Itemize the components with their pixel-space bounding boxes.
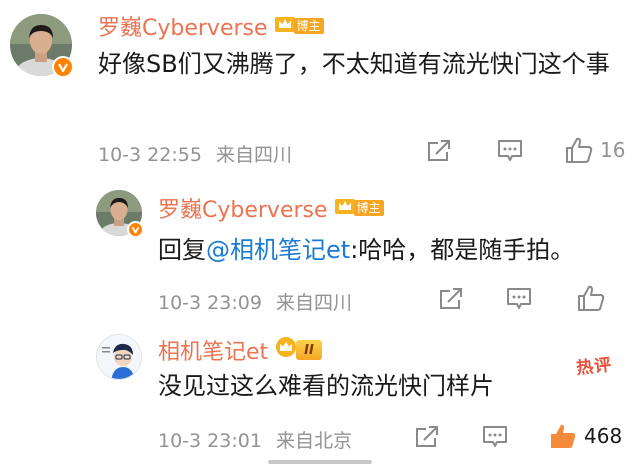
username[interactable]: 罗巍Cyberverse 博主 bbox=[158, 192, 384, 224]
reply-button[interactable] bbox=[506, 286, 532, 312]
like-button[interactable]: 16 bbox=[564, 135, 625, 165]
comment-icon bbox=[483, 426, 507, 447]
comment-icon bbox=[498, 140, 522, 161]
verified-v-icon bbox=[52, 56, 74, 78]
share-icon bbox=[428, 140, 450, 161]
username-text[interactable]: 罗巍Cyberverse bbox=[98, 10, 268, 42]
rank-tag: II bbox=[296, 340, 322, 360]
avatar[interactable] bbox=[96, 334, 142, 380]
share-button[interactable] bbox=[438, 286, 464, 312]
verified-v-icon bbox=[127, 221, 144, 238]
username[interactable]: 相机笔记et II bbox=[158, 334, 322, 366]
crown-icon bbox=[274, 13, 296, 39]
share-button[interactable] bbox=[414, 424, 440, 450]
username-text[interactable]: 罗巍Cyberverse bbox=[158, 192, 328, 224]
crown-icon bbox=[274, 336, 298, 364]
blogger-badge: 博主 bbox=[334, 195, 384, 221]
reply-button[interactable] bbox=[497, 138, 523, 164]
host-tag: 博主 bbox=[293, 18, 324, 34]
timestamp: 10-3 22:55 bbox=[98, 144, 202, 166]
location: 来自四川 bbox=[275, 292, 352, 314]
fan-rank-badge: II bbox=[274, 336, 322, 364]
comment-3: 相机笔记et II 热评 没见过这么难看的流光快门样片 10-3 23:01 来… bbox=[0, 320, 640, 465]
share-button[interactable] bbox=[426, 138, 452, 164]
home-indicator bbox=[268, 460, 372, 464]
timestamp: 10-3 23:09 bbox=[158, 292, 262, 314]
location: 来自四川 bbox=[215, 144, 292, 166]
reply-text: 回复@相机笔记et:哈哈，都是随手拍。 bbox=[158, 230, 574, 270]
timestamp: 10-3 23:01 bbox=[158, 430, 262, 452]
comment-text: 没见过这么难看的流光快门样片 bbox=[158, 372, 494, 400]
comment-icon bbox=[507, 288, 531, 309]
comment-meta: 10-3 23:09 来自四川 bbox=[158, 288, 352, 315]
avatar[interactable] bbox=[96, 190, 144, 238]
username-text[interactable]: 相机笔记et bbox=[158, 334, 268, 366]
avatar[interactable] bbox=[10, 14, 74, 78]
reply-body: :哈哈，都是随手拍。 bbox=[350, 236, 575, 264]
share-icon bbox=[416, 426, 438, 447]
blogger-badge: 博主 bbox=[274, 13, 324, 39]
like-icon bbox=[578, 285, 605, 311]
reply-button[interactable] bbox=[482, 424, 508, 450]
comment-meta: 10-3 23:01 来自北京 bbox=[158, 426, 352, 453]
like-icon bbox=[566, 137, 593, 163]
share-icon bbox=[440, 288, 462, 309]
comment-1: 罗巍Cyberverse 博主 好像SB们又沸腾了，不太知道有流光快门这个事 1… bbox=[0, 0, 640, 170]
like-count: 468 bbox=[584, 424, 623, 448]
hot-comment-badge: 热评 bbox=[575, 355, 614, 379]
crown-icon bbox=[334, 195, 356, 221]
username[interactable]: 罗巍Cyberverse 博主 bbox=[98, 10, 324, 42]
like-button[interactable]: 468 bbox=[548, 421, 622, 451]
comment-2-reply: 罗巍Cyberverse 博主 回复@相机笔记et:哈哈，都是随手拍。 10-3… bbox=[0, 170, 640, 320]
comment-meta: 10-3 22:55 来自四川 bbox=[98, 140, 292, 167]
like-button[interactable] bbox=[576, 283, 606, 313]
location: 来自北京 bbox=[275, 430, 352, 452]
comment-text: 好像SB们又沸腾了，不太知道有流光快门这个事 bbox=[98, 50, 610, 78]
host-tag: 博主 bbox=[353, 200, 384, 216]
reply-prefix: 回复 bbox=[158, 236, 206, 264]
like-icon bbox=[551, 424, 576, 448]
like-count: 16 bbox=[600, 138, 626, 162]
mention-link[interactable]: @相机笔记et bbox=[206, 236, 350, 264]
